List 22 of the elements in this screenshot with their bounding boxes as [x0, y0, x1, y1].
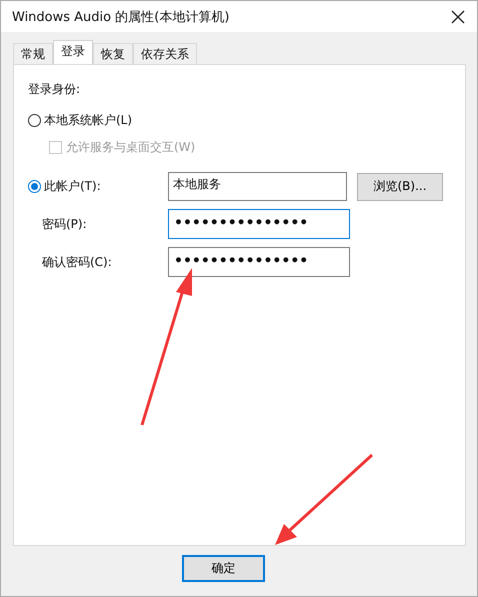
radio-label: 此帐户(T): — [44, 178, 101, 195]
window-title: Windows Audio 的属性(本地计算机) — [12, 8, 230, 26]
arrow-icon — [140, 268, 192, 426]
close-button[interactable] — [449, 8, 467, 26]
checkbox-label: 允许服务与桌面交互(W) — [66, 139, 196, 156]
account-field[interactable]: 本地服务 — [168, 172, 347, 201]
tab[interactable]: 恢复 — [93, 43, 133, 64]
close-icon — [451, 10, 465, 24]
radio-label: 本地系统帐户(L) — [44, 112, 132, 129]
tab[interactable]: 常规 — [13, 43, 53, 64]
browse-button[interactable]: 浏览(B)... — [357, 172, 443, 200]
tab[interactable]: 依存关系 — [133, 43, 197, 64]
confirm-password-field[interactable]: ••••••••••••••• — [168, 247, 350, 277]
group-label: 登录身份: — [28, 81, 82, 98]
radio-button[interactable] — [28, 180, 41, 193]
password-field[interactable]: ••••••••••••••• — [168, 209, 350, 239]
confirm-password-label: 确认密码(C): — [41, 254, 113, 270]
tab[interactable]: 登录 — [53, 40, 93, 64]
radio-button[interactable] — [28, 114, 41, 127]
ok-button[interactable]: 确定 — [182, 555, 265, 582]
arrow-icon — [275, 454, 374, 545]
password-label: 密码(P): — [41, 216, 88, 232]
